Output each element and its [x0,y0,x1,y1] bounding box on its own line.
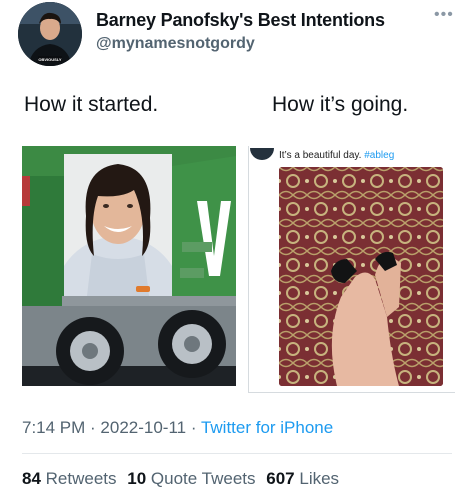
caption-left: How it started. [24,93,159,116]
embedded-hashtag[interactable]: #ableg [364,150,394,161]
divider [22,453,452,454]
likes-stat[interactable]: 607 Likes [266,469,339,488]
carpet-legs-photo[interactable] [279,167,443,386]
tweet-time[interactable]: 7:14 PM [22,418,85,437]
likes-label: Likes [299,469,340,488]
engagement-stats: 84 Retweets 10 Quote Tweets 607 Likes [22,469,345,489]
author-name[interactable]: Barney Panofsky's Best Intentions [96,10,385,31]
meta-separator-2: · [186,418,201,437]
caption-right: How it’s going. [272,93,409,116]
retweets-count: 84 [22,469,41,488]
campaign-bus-photo[interactable] [22,146,236,386]
author-handle[interactable]: @mynamesnotgordy [96,35,255,53]
quotes-label: Quote Tweets [150,469,256,488]
retweets-stat[interactable]: 84 Retweets [22,469,117,488]
meta-separator: · [85,418,101,437]
tweet-source[interactable]: Twitter for iPhone [201,418,333,437]
quotes-count: 10 [127,469,147,488]
embedded-tweet-text: It’s a beautiful day. #ableg [279,150,394,161]
tweet-date[interactable]: 2022-10-11 [100,418,186,437]
embedded-text: It’s a beautiful day. [279,150,362,161]
more-icon[interactable]: ••• [434,6,454,24]
avatar[interactable]: OBVIOUSLY [18,2,82,66]
likes-count: 607 [266,469,295,488]
retweets-label: Retweets [45,469,117,488]
quote-tweets-stat[interactable]: 10 Quote Tweets [127,469,255,488]
tweet-meta: 7:14 PM · 2022-10-11 · Twitter for iPhon… [22,418,333,438]
avatar-badge: OBVIOUSLY [38,57,62,62]
